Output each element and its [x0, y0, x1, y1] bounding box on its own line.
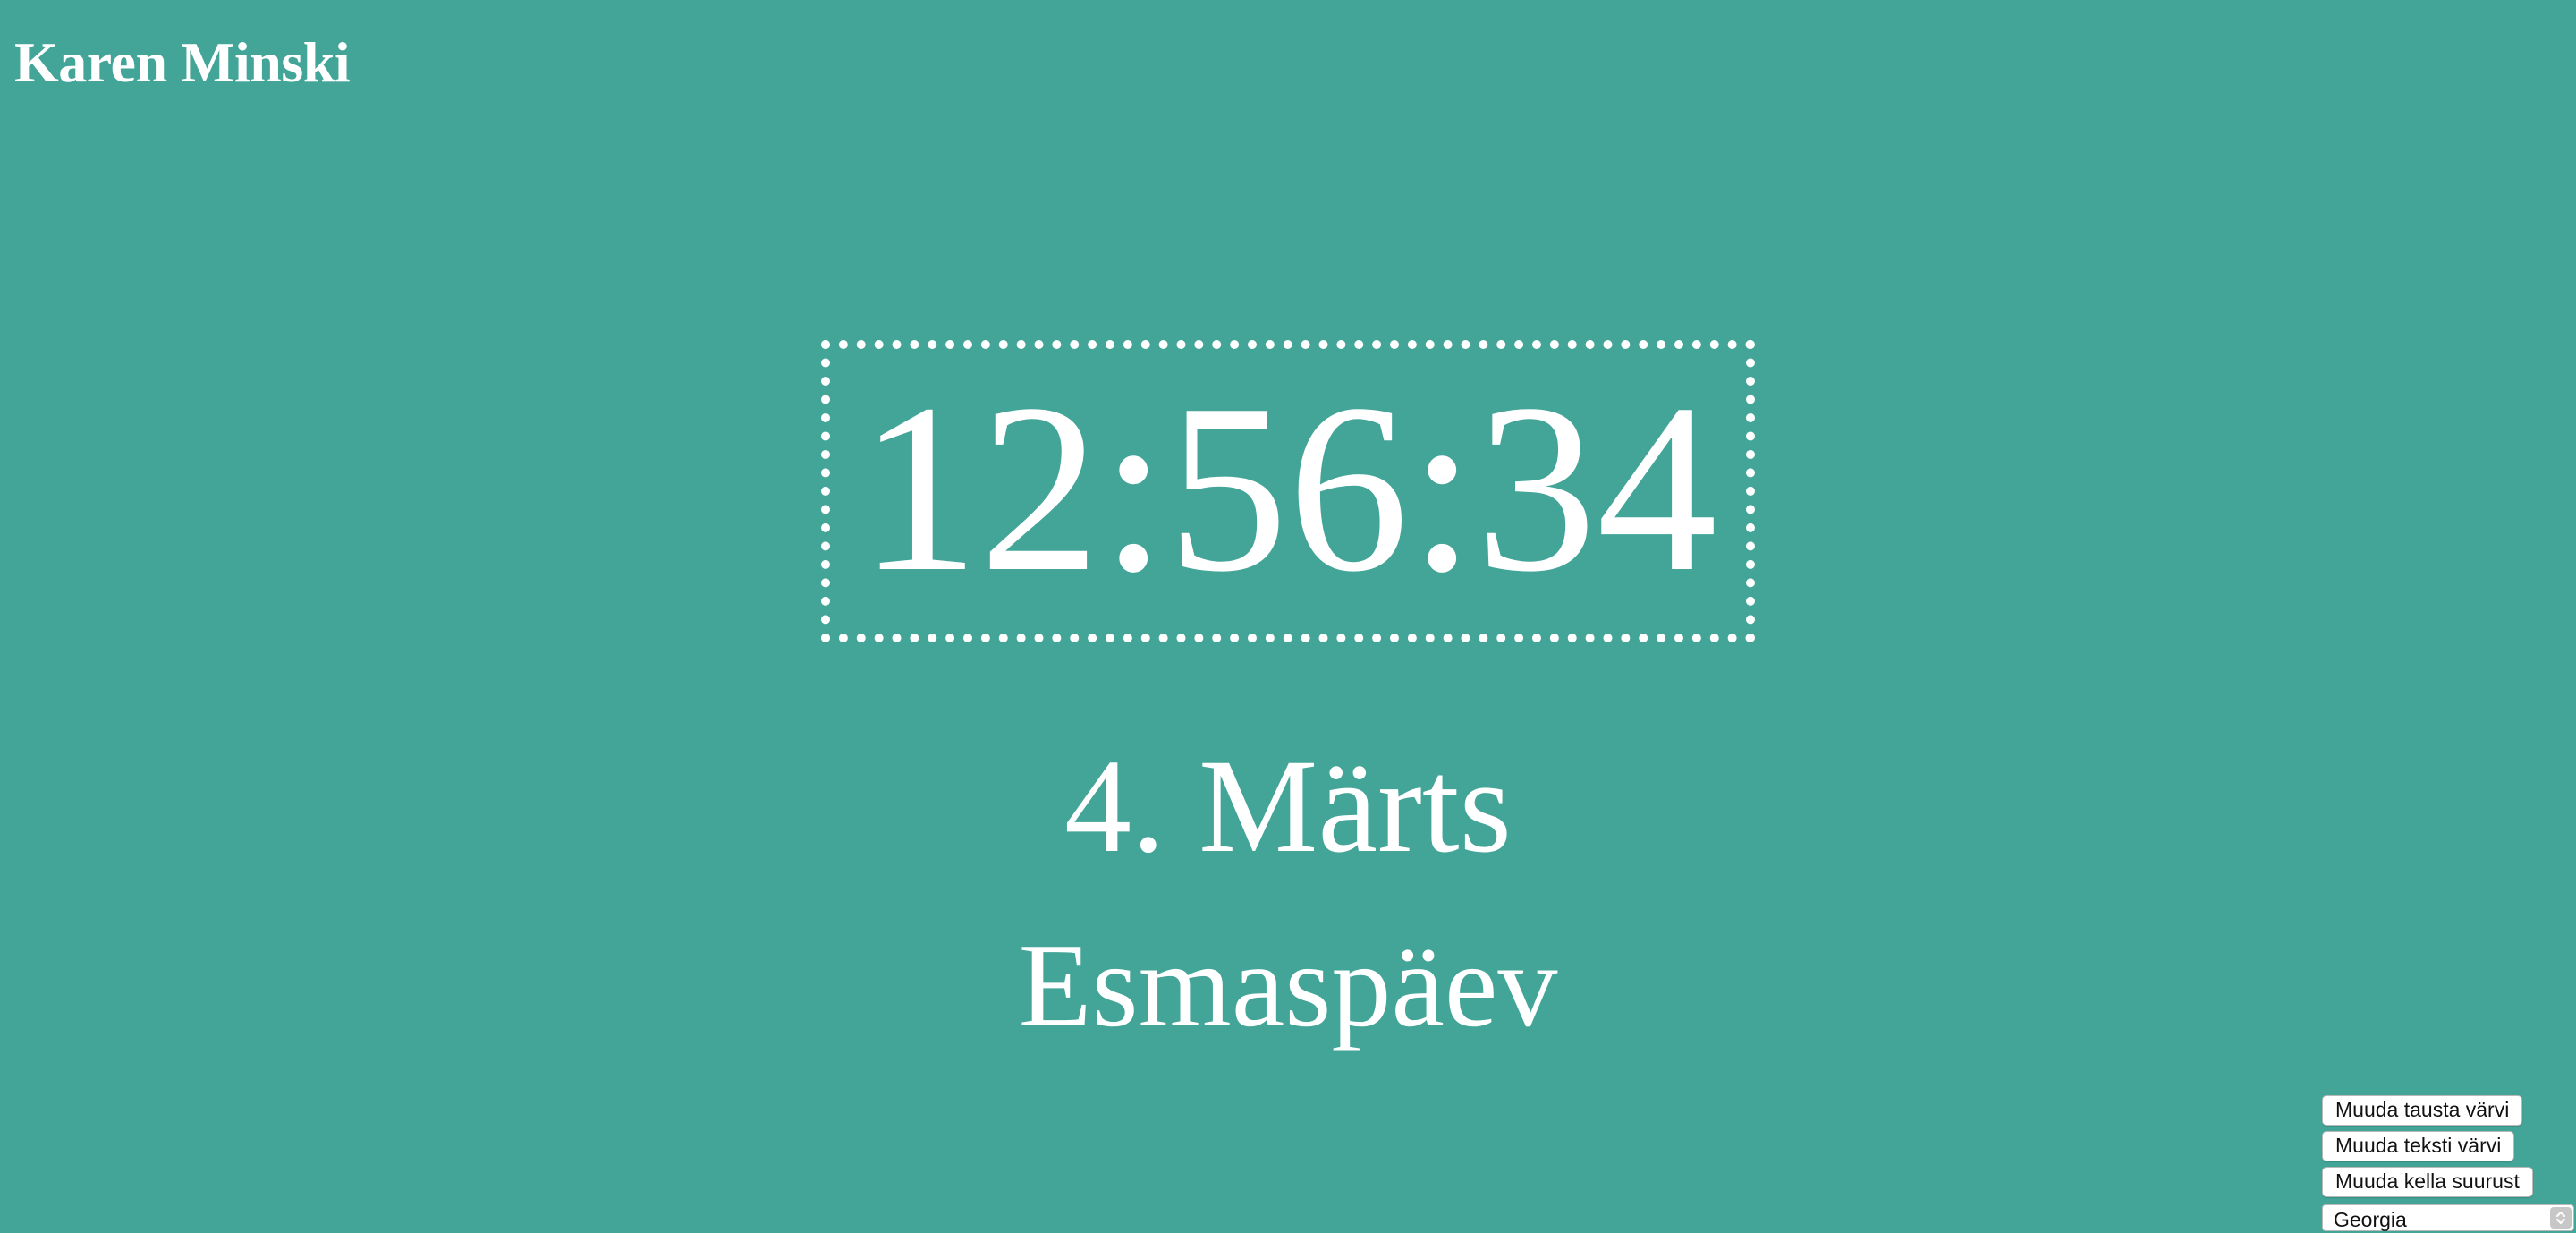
change-background-color-button[interactable]: Muuda tausta värvi — [2322, 1095, 2523, 1126]
change-clock-size-button[interactable]: Muuda kella suurust — [2322, 1167, 2533, 1197]
clock-weekday: Esmaspäev — [1018, 919, 1558, 1051]
author-name: Karen Minski — [14, 30, 351, 94]
clock-date: 4. Märts — [1064, 732, 1512, 880]
change-text-color-button[interactable]: Muuda teksti värvi — [2322, 1131, 2515, 1161]
control-panel: Muuda tausta värvi Muuda teksti värvi Mu… — [2322, 1095, 2574, 1231]
clock-time: 12:56:34 — [858, 354, 1718, 622]
font-select-value: Georgia — [2334, 1208, 2407, 1231]
chevron-up-down-icon — [2550, 1207, 2572, 1229]
clock-frame: 12:56:34 — [821, 340, 1755, 642]
font-select[interactable]: Georgia — [2322, 1204, 2574, 1231]
